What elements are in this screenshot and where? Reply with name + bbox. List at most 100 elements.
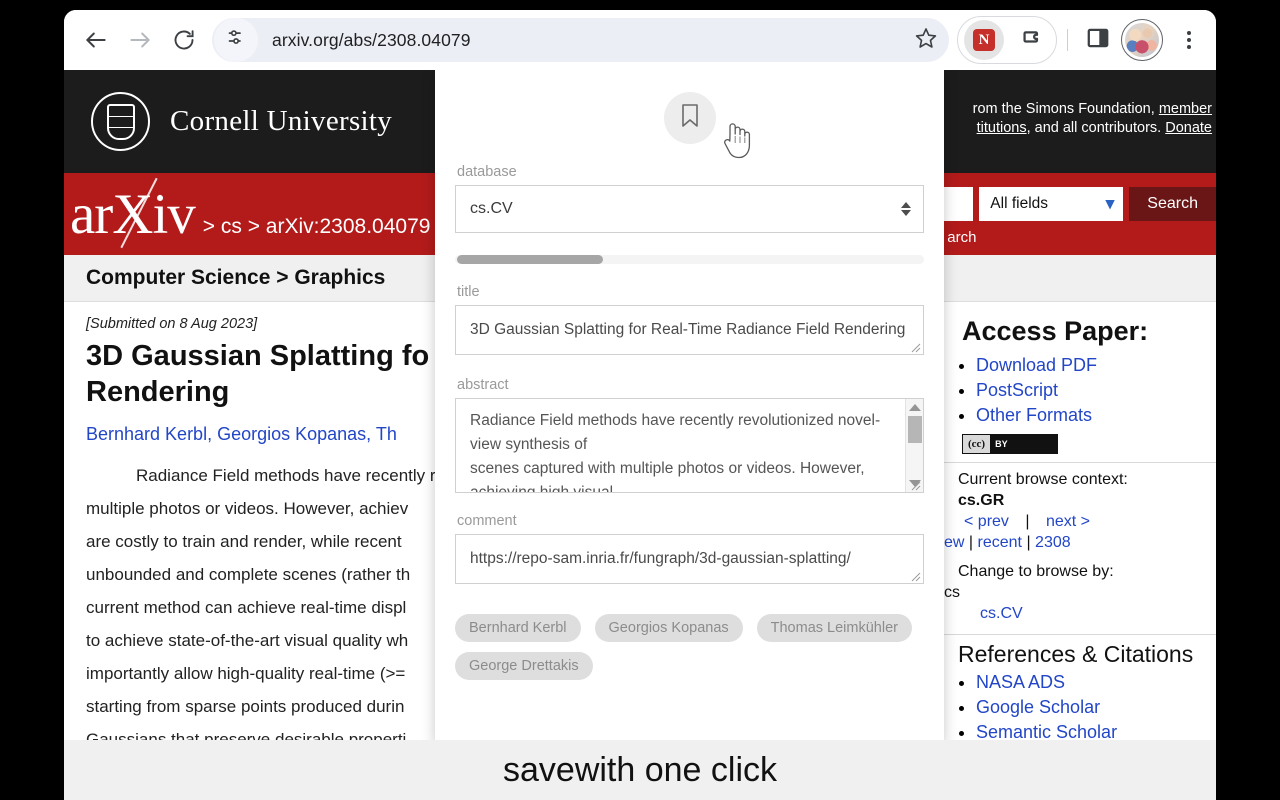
save-button-row <box>455 70 924 159</box>
list-item[interactable]: Google Scholar <box>976 695 1216 720</box>
back-arrow-icon <box>83 27 109 53</box>
breadcrumb: > cs > arXiv:2308.04079 <box>202 214 431 238</box>
site-settings-button[interactable] <box>214 18 258 62</box>
abstract-value-line: view synthesis of <box>470 436 588 453</box>
back-button[interactable] <box>74 18 118 62</box>
next-link[interactable]: next > <box>1046 513 1090 530</box>
nasa-ads-link[interactable]: NASA ADS <box>976 672 1065 692</box>
list-item[interactable]: Semantic Scholar <box>976 720 1216 740</box>
abstract-value-line: achieving high visual <box>470 484 614 493</box>
other-formats-link[interactable]: Other Formats <box>976 405 1092 425</box>
change-browse-cscv: cs.CV <box>958 603 1216 624</box>
author-chip[interactable]: Georgios Kopanas <box>594 614 743 642</box>
abstract-scrollbar[interactable] <box>905 399 923 492</box>
database-select[interactable]: cs.CV <box>455 185 924 233</box>
prev-link[interactable]: < prev <box>964 513 1009 530</box>
save-button[interactable] <box>663 92 716 144</box>
cc-icon: (cc) <box>963 435 991 453</box>
title-field[interactable]: 3D Gaussian Splatting for Real-Time Radi… <box>455 305 924 355</box>
cc-by-label: BY <box>995 439 1008 449</box>
url-text[interactable]: arxiv.org/abs/2308.04079 <box>258 30 903 51</box>
abstract-value-line: scenes captured with multiple photos or … <box>470 460 865 477</box>
screenshot-frame: arxiv.org/abs/2308.04079 N Cornell Unive… <box>0 0 1280 800</box>
references-section: References & Citations <box>938 641 1216 668</box>
side-panel-button[interactable] <box>1078 20 1118 60</box>
horizontal-scrollbar[interactable] <box>455 255 924 264</box>
bookmark-star-button[interactable] <box>903 18 949 62</box>
forward-arrow-icon <box>127 27 153 53</box>
list-item[interactable]: NASA ADS <box>976 670 1216 695</box>
three-dot-menu-icon <box>1187 29 1191 51</box>
notion-extension-popup: database cs.CV title 3D Gaussian Splatti… <box>435 70 944 740</box>
scrollbar-thumb[interactable] <box>457 255 603 264</box>
cornell-university-label: Cornell University <box>170 105 393 137</box>
author-chip[interactable]: George Drettakis <box>455 652 593 680</box>
notion-extension-button[interactable]: N <box>964 20 1004 60</box>
search-field-select[interactable]: All fields ▾ <box>979 187 1124 221</box>
license-badge[interactable]: (cc) BY <box>962 434 1058 454</box>
donate-link[interactable]: Donate <box>1165 120 1212 136</box>
separator: | <box>1026 534 1031 551</box>
access-paper-title: Access Paper: <box>962 316 1149 346</box>
member-link[interactable]: member <box>1159 101 1212 117</box>
browser-toolbar: arxiv.org/abs/2308.04079 N <box>64 10 1216 70</box>
google-scholar-link[interactable]: Google Scholar <box>976 697 1100 717</box>
arxiv-search-area: All fields ▾ Search arch <box>943 187 1216 246</box>
spinner-arrows-icon <box>901 202 911 216</box>
new-link[interactable]: ew <box>944 534 964 551</box>
recent-link[interactable]: recent <box>978 534 1022 551</box>
contributors-text: , and all contributors. <box>1026 120 1166 136</box>
comment-label: comment <box>457 513 517 529</box>
semantic-scholar-link[interactable]: Semantic Scholar <box>976 722 1117 740</box>
download-pdf-link[interactable]: Download PDF <box>976 355 1097 375</box>
divider <box>938 634 1216 635</box>
reload-icon <box>172 28 196 52</box>
postscript-link[interactable]: PostScript <box>976 380 1058 400</box>
browse-context-value: cs.GR <box>958 492 1005 509</box>
title-label: title <box>457 284 480 300</box>
chrome-menu-button[interactable] <box>1166 17 1212 63</box>
separator: | <box>968 534 974 551</box>
advanced-search-link[interactable]: arch <box>943 229 976 246</box>
scroll-up-arrow-icon[interactable] <box>908 404 921 411</box>
reload-button[interactable] <box>162 18 206 62</box>
paper-sidebar: Access Paper: Download PDF PostScript Ot… <box>937 302 1216 740</box>
list-item[interactable]: Other Formats <box>976 403 1216 428</box>
list-item[interactable]: PostScript <box>976 378 1216 403</box>
comment-value: https://repo-sam.inria.fr/fungraph/3d-ga… <box>470 550 851 567</box>
references-title: References & Citations <box>958 641 1194 667</box>
institutions-link[interactable]: titutions <box>977 120 1027 136</box>
comment-field[interactable]: https://repo-sam.inria.fr/fungraph/3d-ga… <box>455 534 924 584</box>
tune-sliders-icon <box>226 27 247 53</box>
new-recent-row: ew | recent | 2308 <box>944 532 1216 553</box>
author-chip[interactable]: Bernhard Kerbl <box>455 614 581 642</box>
list-item[interactable]: Download PDF <box>976 353 1216 378</box>
search-input[interactable] <box>943 187 974 221</box>
search-row: All fields ▾ Search <box>943 187 1216 221</box>
resize-grip-icon[interactable] <box>909 569 921 582</box>
references-links-list: NASA ADS Google Scholar Semantic Scholar <box>938 670 1216 740</box>
title-value: 3D Gaussian Splatting for Real-Time Radi… <box>470 321 906 338</box>
author-chip[interactable]: Thomas Leimkühler <box>756 614 912 642</box>
hand-pointer-cursor <box>721 119 751 161</box>
forward-button[interactable] <box>118 18 162 62</box>
puzzle-piece-icon <box>1017 24 1044 56</box>
resize-grip-icon[interactable] <box>909 478 921 491</box>
month-link[interactable]: 2308 <box>1035 534 1071 551</box>
address-bar[interactable]: arxiv.org/abs/2308.04079 <box>212 18 949 62</box>
profile-button[interactable] <box>1118 16 1166 64</box>
resize-grip-icon[interactable] <box>909 340 921 353</box>
scrollbar-thumb[interactable] <box>907 416 922 443</box>
database-label: database <box>457 164 517 180</box>
cscv-link[interactable]: cs.CV <box>980 605 1023 622</box>
arxiv-logo-area[interactable]: arXiv > cs > arXiv:2308.04079 <box>64 177 431 248</box>
paper-title-line2: Rendering <box>86 376 230 408</box>
abstract-field[interactable]: Radiance Field methods have recently rev… <box>455 398 924 493</box>
caption-bold-word: save <box>502 750 575 789</box>
avatar <box>1121 19 1163 61</box>
extensions-menu-button[interactable] <box>1010 20 1050 60</box>
access-links-list: Download PDF PostScript Other Formats <box>938 353 1216 428</box>
cornell-brand[interactable]: Cornell University <box>64 92 392 151</box>
toolbar-divider <box>1067 29 1068 51</box>
search-button[interactable]: Search <box>1129 187 1216 221</box>
